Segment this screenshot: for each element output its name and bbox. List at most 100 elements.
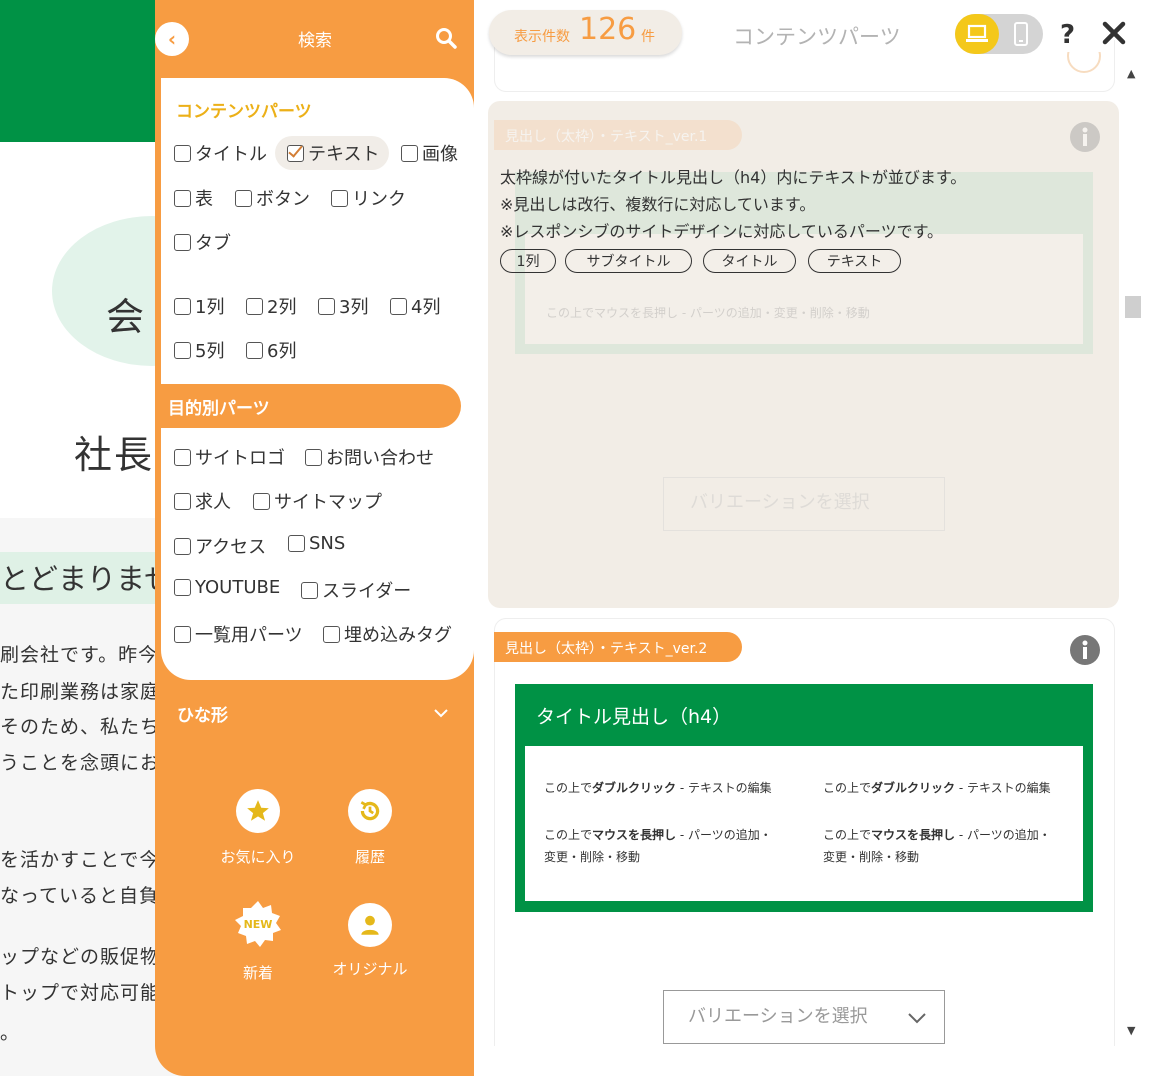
new-badge-icon[interactable]: NEW	[234, 900, 282, 948]
checkbox[interactable]	[174, 448, 191, 466]
checkbox-label: SNS	[309, 533, 346, 554]
part-chip[interactable]: テキスト	[808, 249, 901, 273]
checkbox[interactable]	[174, 144, 191, 162]
preview-hint: この上でマウスを長押し - パーツの追加・変更・削除・移動	[546, 306, 870, 320]
filter-checkbox-text[interactable]: テキスト	[275, 136, 390, 170]
filter-checkbox-link[interactable]: リンク	[331, 185, 406, 211]
search-icon[interactable]	[434, 26, 458, 50]
user-icon	[361, 915, 379, 935]
scroll-down-arrow[interactable]: ▼	[1127, 1024, 1135, 1037]
result-count-label: 表示件数	[514, 29, 570, 45]
filter-checkbox-table[interactable]: 表	[174, 185, 213, 211]
filter-checkbox-access[interactable]: アクセス	[174, 533, 266, 559]
info-icon[interactable]	[1068, 633, 1102, 667]
desktop-view-button[interactable]	[955, 14, 999, 54]
filter-checkbox-embed-tag[interactable]: 埋め込みタグ	[323, 621, 452, 647]
original-button[interactable]	[348, 903, 392, 947]
filter-checkbox-3col[interactable]: 3列	[318, 293, 368, 319]
chevron-down-icon[interactable]	[432, 704, 450, 722]
checkbox-label: 6列	[267, 341, 297, 362]
scrollbar-thumb[interactable]	[1125, 296, 1141, 318]
checkbox[interactable]	[174, 492, 191, 510]
checkbox[interactable]	[235, 189, 252, 207]
filter-checkbox-4col[interactable]: 4列	[390, 293, 440, 319]
part-chip[interactable]: サブタイトル	[565, 249, 692, 273]
filter-checkbox-youtube[interactable]: YOUTUBE	[174, 577, 280, 598]
checkbox-label: 2列	[267, 297, 297, 318]
panel-bottom	[474, 1046, 1154, 1076]
filter-checkbox-list-parts[interactable]: 一覧用パーツ	[174, 621, 303, 647]
checkbox-label: 3列	[339, 297, 369, 318]
filter-checkbox-5col[interactable]: 5列	[174, 337, 224, 363]
filter-checkbox-2col[interactable]: 2列	[246, 293, 296, 319]
background-text-line: トップで対応可能	[0, 982, 161, 1004]
filter-checkbox-recruit[interactable]: 求人	[174, 488, 231, 514]
part-description-line: 太枠線が付いたタイトル見出し（h4）内にテキストが並びます。	[500, 168, 967, 187]
part-description-line: ※見出しは改行、複数行に対応しています。	[500, 195, 816, 214]
filter-checkbox-slider[interactable]: スライダー	[301, 577, 411, 603]
preview-hint-longpress: この上でマウスを長押し - パーツの追加・ 変更・削除・移動	[823, 828, 1051, 864]
purpose-parts-heading: 目的別パーツ	[168, 399, 270, 419]
filter-checkbox-sns[interactable]: SNS	[288, 533, 345, 554]
filter-checkbox-title[interactable]: タイトル	[174, 140, 267, 166]
part-chip[interactable]: 1列	[500, 249, 556, 273]
favorite-star-icon[interactable]	[1066, 52, 1102, 76]
checkbox[interactable]	[323, 625, 340, 643]
smartphone-icon	[1014, 22, 1028, 46]
checkbox-checked[interactable]	[287, 141, 304, 162]
background-text-line: なっていると自負	[0, 885, 160, 907]
filter-checkbox-sitemap[interactable]: サイトマップ	[253, 488, 382, 514]
collapse-panel-button[interactable]: ‹	[155, 22, 189, 56]
mobile-view-button[interactable]	[999, 14, 1043, 54]
checkbox[interactable]	[174, 579, 191, 596]
background-text-line: 。	[0, 1022, 21, 1044]
favorites-button[interactable]	[236, 789, 280, 833]
checkbox[interactable]	[318, 297, 335, 315]
help-icon[interactable]: ?	[1060, 20, 1075, 50]
checkbox-label: 求人	[195, 492, 231, 513]
checkbox[interactable]	[174, 233, 191, 251]
history-button[interactable]	[348, 789, 392, 833]
template-heading[interactable]: ひな形	[177, 701, 228, 726]
part-chip[interactable]: タイトル	[703, 249, 796, 273]
checkbox-label: お問い合わせ	[326, 448, 434, 469]
checkbox[interactable]	[305, 448, 322, 466]
checkbox[interactable]	[253, 492, 270, 510]
close-icon[interactable]	[1101, 20, 1127, 46]
checkbox[interactable]	[246, 341, 263, 359]
checkbox-label: 4列	[411, 297, 441, 318]
filter-checkbox-button[interactable]: ボタン	[235, 185, 310, 211]
scrollbar[interactable]	[1124, 62, 1142, 1046]
checkbox[interactable]	[246, 297, 263, 315]
part-tag-label: 見出し（太枠）・テキスト_ver.2	[505, 641, 708, 657]
filter-checkbox-tab[interactable]: タブ	[174, 229, 231, 255]
new-label: 新着	[242, 964, 273, 982]
filter-checkbox-site-logo[interactable]: サイトロゴ	[174, 444, 285, 470]
checkbox[interactable]	[174, 297, 191, 315]
checkbox[interactable]	[331, 189, 348, 207]
checkbox[interactable]	[288, 535, 305, 552]
checkbox[interactable]	[174, 625, 191, 643]
favorites-label: お気に入り	[220, 848, 296, 866]
checkbox[interactable]	[401, 144, 418, 162]
info-icon[interactable]	[1068, 120, 1102, 154]
scroll-up-arrow[interactable]: ▲	[1127, 67, 1135, 80]
checkbox[interactable]	[174, 341, 191, 359]
checkbox[interactable]	[301, 581, 318, 599]
checkbox[interactable]	[174, 189, 191, 207]
filter-checkbox-image[interactable]: 画像	[401, 140, 458, 166]
checkbox-label: 埋め込みタグ	[344, 625, 452, 646]
checkbox-label: YOUTUBE	[195, 577, 281, 598]
filter-checkbox-contact[interactable]: お問い合わせ	[305, 444, 434, 470]
checkbox[interactable]	[390, 297, 407, 315]
preview-hint-dblclick: この上でダブルクリック - テキストの編集	[544, 781, 772, 795]
filter-checkbox-1col[interactable]: 1列	[174, 293, 224, 319]
checkbox-label: サイトマップ	[274, 492, 382, 513]
checkbox-label: テキスト	[308, 144, 380, 165]
filter-checkbox-6col[interactable]: 6列	[246, 337, 296, 363]
checkbox[interactable]	[174, 537, 191, 555]
svg-text:NEW: NEW	[244, 918, 273, 931]
background-highlight-text: とどまりませ	[0, 562, 174, 596]
checkbox-label: 画像	[422, 144, 458, 165]
chevron-down-icon	[908, 1013, 926, 1024]
